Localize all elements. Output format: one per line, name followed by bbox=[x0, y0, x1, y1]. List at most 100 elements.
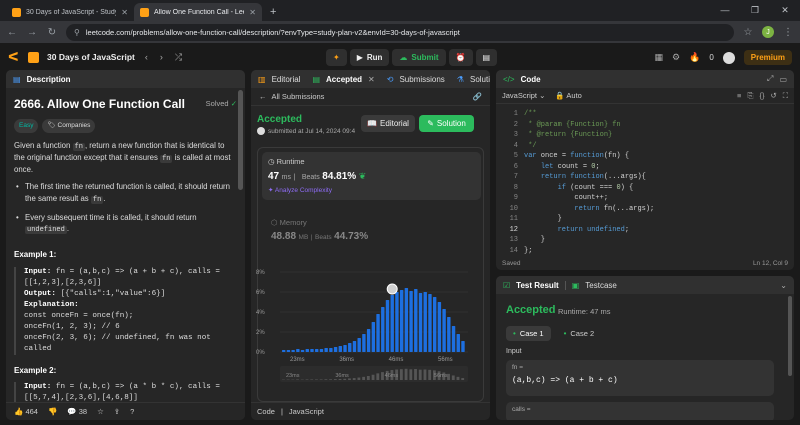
example-line: onceFn(2, 3, 6); // undefined, fn was no… bbox=[24, 333, 211, 342]
chip-icon: ⬡ bbox=[271, 218, 278, 227]
collapse-icon[interactable]: ⌄ bbox=[780, 281, 787, 290]
collapse-icon[interactable]: ▭ bbox=[779, 75, 787, 84]
tab-test-result[interactable]: Test Result bbox=[516, 281, 559, 290]
tab-code[interactable]: Code bbox=[521, 75, 541, 84]
debug-button[interactable]: ✦ bbox=[326, 49, 347, 66]
back-icon[interactable]: ← bbox=[6, 27, 18, 38]
settings-icon[interactable]: ⚙ bbox=[672, 52, 680, 63]
help-icon[interactable]: ? bbox=[130, 407, 134, 416]
leetcode-logo-icon[interactable]: ᐸ bbox=[8, 50, 20, 64]
all-submissions-link[interactable]: ← All Submissions 🔗 bbox=[251, 88, 490, 106]
site-info-icon[interactable]: ⚲ bbox=[74, 28, 80, 37]
close-icon[interactable]: ✕ bbox=[121, 8, 128, 17]
description-footer: 👍 464 👎 💬 38 ☆ ⇪ ? bbox=[6, 402, 245, 420]
reset-icon[interactable]: ↺ bbox=[770, 91, 776, 101]
star-icon[interactable]: ☆ bbox=[97, 407, 104, 416]
companies-chip[interactable]: 🏷 Companies bbox=[42, 119, 96, 133]
runtime-card[interactable]: ◷ Runtime 47 ms | Beats 84.81% ❦ ✦ Analy… bbox=[262, 152, 481, 200]
submit-button[interactable]: ☁ Submit bbox=[392, 49, 446, 66]
input-key: calls = bbox=[512, 406, 531, 413]
braces-icon[interactable]: {} bbox=[759, 91, 764, 101]
mini-bar bbox=[333, 379, 337, 380]
scrollbar[interactable] bbox=[238, 90, 243, 190]
code-editor[interactable]: 1 2 3 4 5 6 7 8 9 10 11 12 13 14 /** * @param {Functi… bbox=[496, 106, 794, 256]
submission-footer: Code | JavaScript bbox=[251, 402, 490, 420]
forward-icon[interactable]: → bbox=[26, 27, 38, 38]
minimize-icon[interactable]: — bbox=[710, 0, 740, 20]
scrollbar[interactable] bbox=[788, 296, 792, 376]
tab-submissions[interactable]: Submissions bbox=[399, 75, 444, 84]
user-avatar[interactable] bbox=[722, 51, 735, 64]
bookmark-icon[interactable]: ⎘ bbox=[747, 91, 753, 101]
notes-icon[interactable]: ▤ bbox=[475, 49, 498, 66]
mode-toggle[interactable]: 🔒 Auto bbox=[555, 91, 581, 100]
y-tick-label: 4% bbox=[256, 310, 265, 316]
mini-bar bbox=[305, 379, 309, 380]
chart-bar bbox=[409, 291, 413, 352]
profile-avatar[interactable]: J bbox=[762, 26, 774, 38]
menu-dots-icon[interactable]: ⋮ bbox=[782, 27, 794, 38]
chart-bar bbox=[296, 349, 300, 352]
tab-accepted[interactable]: Accepted bbox=[326, 75, 362, 84]
list-item-text: The first time the returned function is … bbox=[25, 182, 230, 203]
tab-testcase[interactable]: Testcase bbox=[585, 281, 617, 290]
study-plan-title[interactable]: 30 Days of JavaScript bbox=[47, 52, 135, 62]
example-line: onceFn(1, 2, 3); // 6 bbox=[24, 322, 120, 331]
layout-icon[interactable]: ▦ bbox=[655, 52, 664, 63]
url-field[interactable]: ⚲ leetcode.com/problems/allow-one-functi… bbox=[66, 23, 734, 41]
code-line: } bbox=[524, 236, 546, 244]
run-button[interactable]: ▶ Run bbox=[349, 49, 390, 66]
close-icon[interactable]: ✕ bbox=[249, 8, 256, 17]
problem-title-text: 2666. Allow One Function Call bbox=[14, 97, 185, 111]
tab-editorial[interactable]: Editorial bbox=[272, 75, 301, 84]
memory-label[interactable]: ⬡ Memory bbox=[271, 218, 307, 227]
runtime-distribution-chart[interactable]: 0% 2% 4% 6% 8% 23ms 36ms 46ms 56ms 23ms 36ms 46ms 56… bbox=[254, 262, 486, 392]
link-icon[interactable]: 🔗 bbox=[473, 92, 482, 101]
language-select[interactable]: JavaScript ⌄ bbox=[502, 91, 545, 100]
tab-solutions[interactable]: Solutions bbox=[470, 75, 490, 84]
chart-bar bbox=[310, 349, 314, 352]
next-problem-icon[interactable]: › bbox=[158, 52, 165, 62]
tab-label: Allow One Function Call - LeetC bbox=[154, 8, 245, 16]
window-close-icon[interactable]: ✕ bbox=[770, 0, 800, 20]
case-1-tab[interactable]: • Case 1 bbox=[506, 326, 551, 341]
mini-bar bbox=[451, 375, 455, 380]
premium-button[interactable]: Premium bbox=[743, 50, 792, 65]
editorial-button[interactable]: 📖 Editorial bbox=[361, 115, 415, 132]
prev-problem-icon[interactable]: ‹ bbox=[143, 52, 150, 62]
case-2-tab[interactable]: • Case 2 bbox=[557, 326, 602, 341]
chart-bar bbox=[286, 350, 291, 352]
comments-button[interactable]: 💬 38 bbox=[67, 407, 87, 416]
line-number: 1 bbox=[513, 110, 518, 118]
chart-bar bbox=[423, 292, 427, 352]
browser-tab-study-plan[interactable]: 30 Days of JavaScript - Study Pl ✕ bbox=[6, 3, 134, 21]
timer-icon[interactable]: ⏰ bbox=[448, 49, 473, 66]
analyze-complexity-link[interactable]: ✦ Analyze Complexity bbox=[268, 186, 475, 194]
fullscreen-icon[interactable]: ⛶ bbox=[783, 91, 788, 101]
mini-bar bbox=[404, 368, 408, 380]
share-icon[interactable]: ⇪ bbox=[114, 407, 120, 416]
test-header: ☑ Test Result ▣ Testcase ⌄ bbox=[496, 276, 794, 294]
bookmark-star-icon[interactable]: ☆ bbox=[742, 27, 754, 38]
analyze-label: Analyze Complexity bbox=[274, 187, 332, 194]
tab-description[interactable]: Description bbox=[27, 75, 71, 84]
example-line: [[1,2,3],[2,3,6]] bbox=[24, 278, 102, 287]
browser-tab-problem[interactable]: Allow One Function Call - LeetC ✕ bbox=[134, 3, 262, 21]
fire-icon[interactable]: 🔥 bbox=[689, 52, 700, 63]
thumbs-down-icon[interactable]: 👎 bbox=[48, 407, 57, 416]
address-bar-row: ← → ↻ ⚲ leetcode.com/problems/allow-one-… bbox=[0, 21, 800, 44]
like-button[interactable]: 👍 464 bbox=[14, 407, 38, 416]
code-line: count++; bbox=[524, 194, 609, 202]
close-icon[interactable]: ✕ bbox=[368, 75, 375, 84]
new-tab-button[interactable]: + bbox=[262, 6, 284, 21]
chart-bar bbox=[399, 290, 404, 352]
expand-icon[interactable]: ⤢ bbox=[767, 74, 773, 84]
shuffle-icon[interactable]: ⤮ bbox=[173, 52, 184, 63]
maximize-icon[interactable]: ❐ bbox=[740, 0, 770, 20]
format-icon[interactable]: ≡ bbox=[737, 91, 741, 101]
editorial-icon: ▥ bbox=[258, 74, 266, 84]
memory-beats: 44.73% bbox=[334, 231, 369, 242]
inline-code: undefined bbox=[25, 226, 67, 235]
solution-button[interactable]: ✎ Solution bbox=[419, 115, 474, 132]
reload-icon[interactable]: ↻ bbox=[46, 27, 58, 38]
